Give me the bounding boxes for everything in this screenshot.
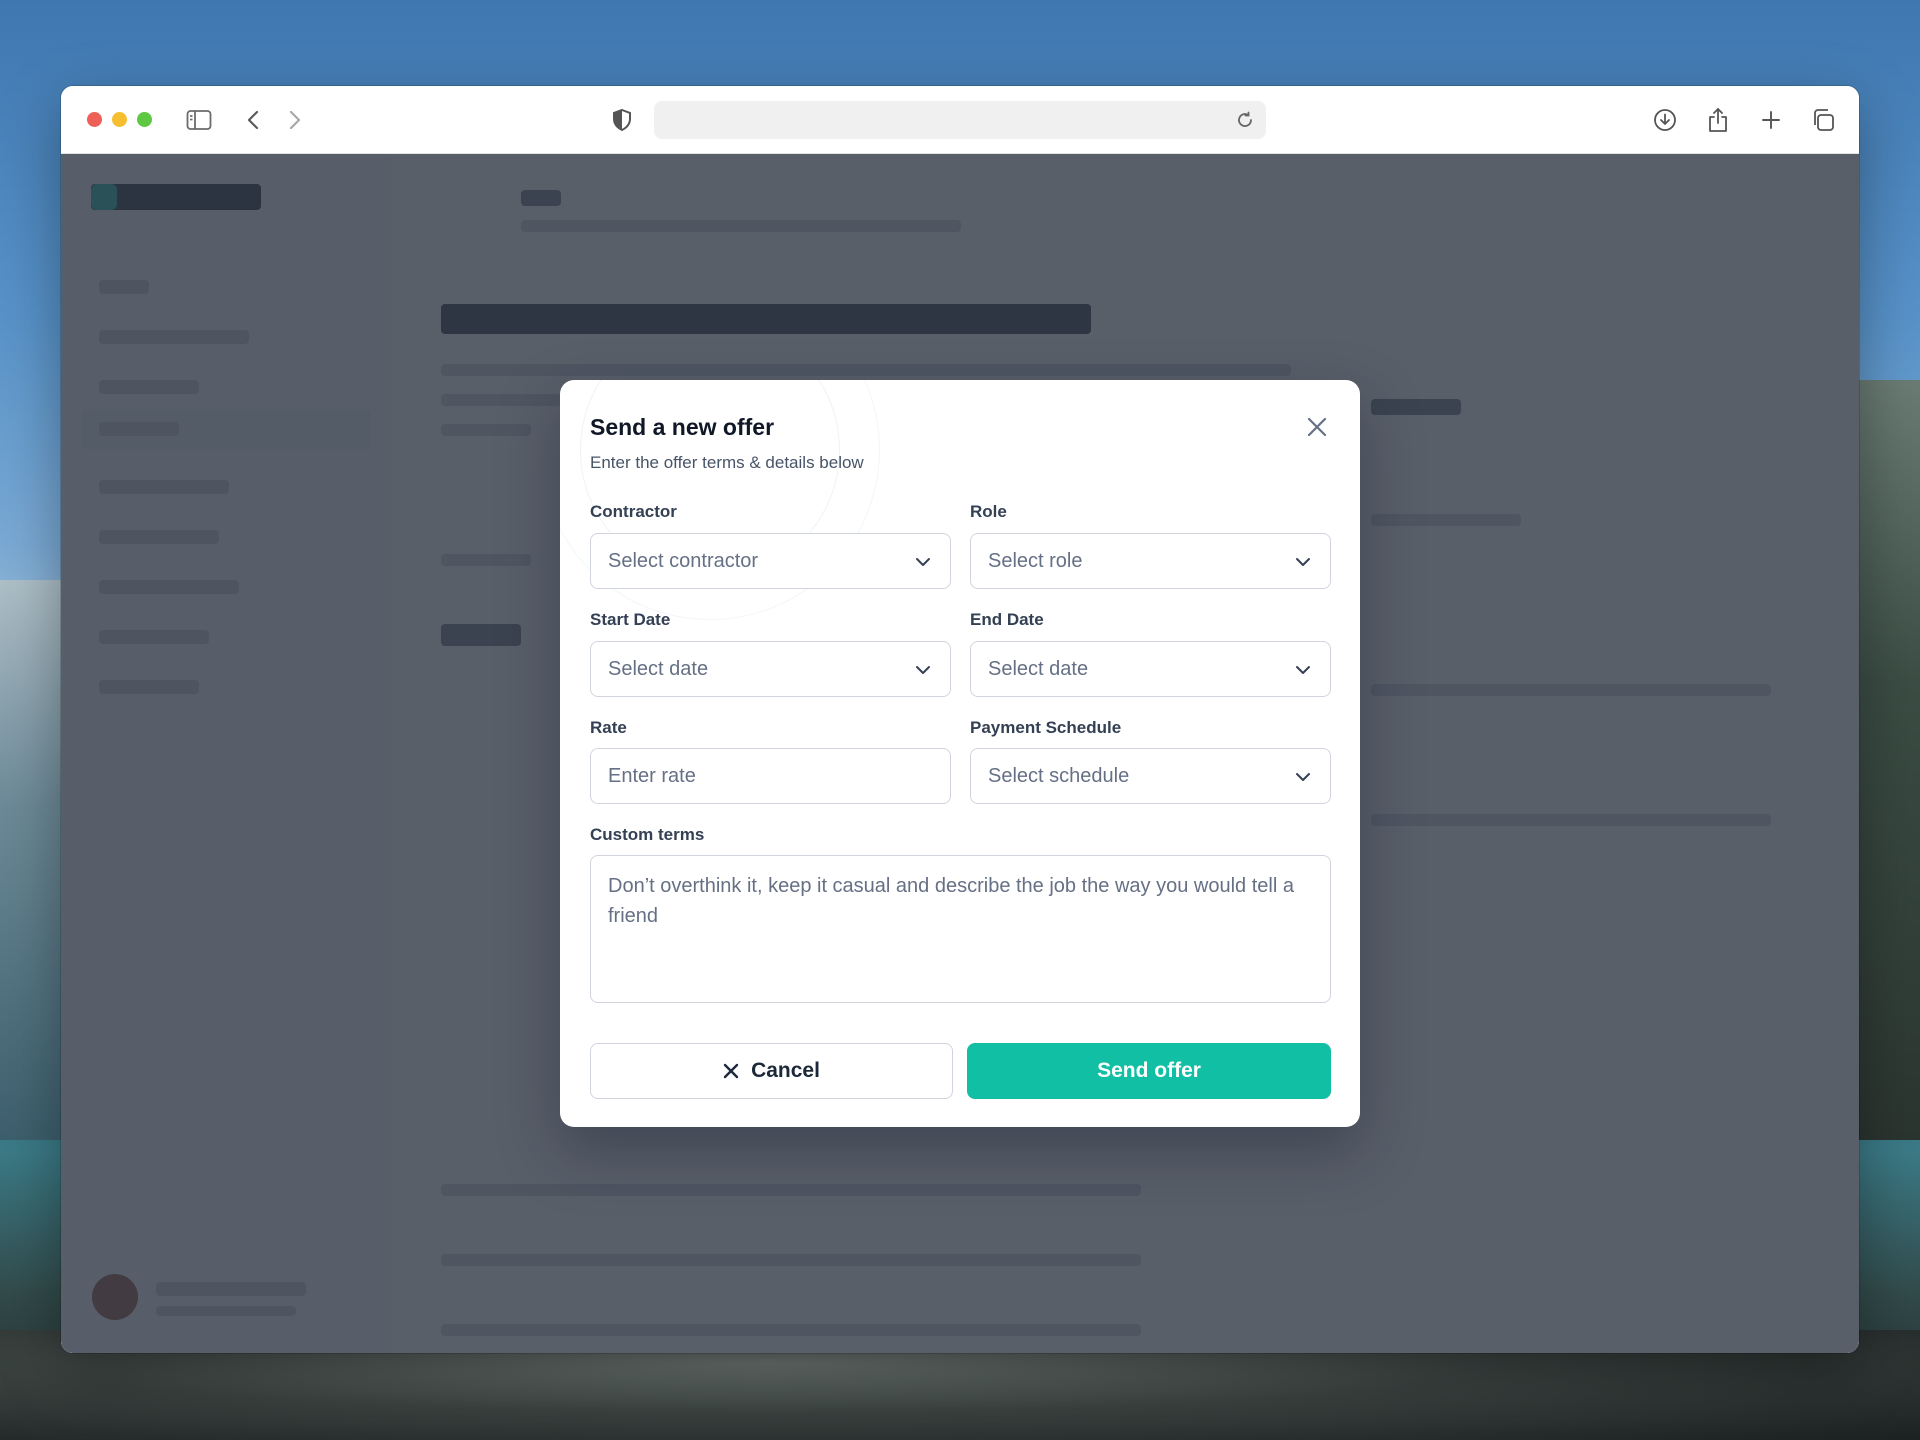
start-date-select[interactable]: Select date (590, 641, 951, 697)
back-icon[interactable] (237, 104, 269, 136)
end-date-label: End Date (970, 610, 1044, 629)
x-icon (723, 1063, 739, 1079)
cancel-button[interactable]: Cancel (590, 1043, 953, 1099)
contractor-label: Contractor (590, 502, 677, 521)
privacy-shield-icon[interactable] (606, 104, 638, 136)
custom-terms-textarea[interactable] (608, 871, 1313, 987)
reload-icon[interactable] (1232, 107, 1258, 133)
end-date-select[interactable]: Select date (970, 641, 1331, 697)
browser-toolbar (61, 86, 1859, 154)
contractor-select[interactable]: Select contractor (590, 533, 951, 589)
rate-field[interactable] (590, 748, 951, 804)
minimize-window-button[interactable] (112, 112, 127, 127)
chevron-down-icon (1296, 666, 1310, 674)
close-window-button[interactable] (87, 112, 102, 127)
send-offer-button-label: Send offer (1097, 1059, 1201, 1082)
cancel-button-label: Cancel (751, 1059, 820, 1082)
chevron-down-icon (916, 666, 930, 674)
sidebar-toggle-icon[interactable] (183, 104, 215, 136)
tab-overview-icon[interactable] (1807, 104, 1839, 136)
custom-terms-field (590, 855, 1331, 1003)
payment-schedule-select[interactable]: Select schedule (970, 748, 1331, 804)
chevron-down-icon (1296, 773, 1310, 781)
start-date-label: Start Date (590, 610, 671, 629)
rate-input[interactable] (608, 764, 933, 788)
contractor-select-value: Select contractor (608, 549, 759, 572)
role-select-value: Select role (988, 549, 1083, 572)
send-offer-modal: Send a new offer Enter the offer terms &… (560, 380, 1360, 1127)
downloads-icon[interactable] (1649, 104, 1681, 136)
send-offer-button[interactable]: Send offer (967, 1043, 1331, 1099)
start-date-select-value: Select date (608, 657, 709, 680)
close-icon (1307, 417, 1327, 437)
chevron-down-icon (916, 558, 930, 566)
background-scenery-left (0, 580, 64, 1140)
modal-subtitle: Enter the offer terms & details below (590, 453, 864, 472)
end-date-select-value: Select date (988, 657, 1089, 680)
payment-schedule-label: Payment Schedule (970, 718, 1122, 737)
rate-label: Rate (590, 718, 627, 737)
new-tab-icon[interactable] (1755, 104, 1787, 136)
window-controls (87, 112, 152, 127)
modal-title: Send a new offer (590, 414, 775, 440)
close-modal-button[interactable] (1300, 410, 1334, 444)
address-bar[interactable] (654, 101, 1266, 139)
custom-terms-label: Custom terms (590, 825, 705, 844)
share-icon[interactable] (1702, 104, 1734, 136)
chevron-down-icon (1296, 558, 1310, 566)
forward-icon[interactable] (279, 104, 311, 136)
payment-schedule-select-value: Select schedule (988, 764, 1130, 787)
background-scenery-right (1850, 380, 1920, 1140)
role-label: Role (970, 502, 1007, 521)
role-select[interactable]: Select role (970, 533, 1331, 589)
maximize-window-button[interactable] (137, 112, 152, 127)
